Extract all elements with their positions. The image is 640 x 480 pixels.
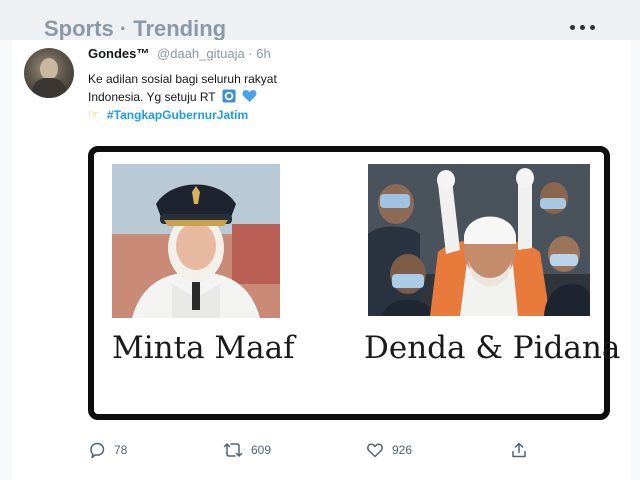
like-count: 926 <box>392 443 413 457</box>
avatar-face <box>40 58 58 80</box>
photo-official-portrait <box>112 164 280 318</box>
tweet-text-line-1: Ke adilan sosial bagi seluruh rakyat <box>88 72 277 86</box>
tweet-header: Gondes™ @daah_gituaja · 6h <box>88 46 271 62</box>
trending-header: Sports · Trending <box>0 0 640 41</box>
portrait-illustration <box>112 164 280 318</box>
pointing-hand-icon: ☞ <box>88 107 100 122</box>
blue-square-icon <box>222 89 236 103</box>
tweet-text-line-2: Indonesia. Yg setuju RT <box>88 90 216 104</box>
retweet-button[interactable]: 609 <box>223 438 271 462</box>
retweet-count: 609 <box>251 443 272 457</box>
hashtag-link[interactable]: #TangkapGubernurJatim <box>107 108 248 122</box>
heart-icon <box>367 443 383 458</box>
more-dot <box>570 24 575 30</box>
share-icon <box>512 442 526 458</box>
more-dot <box>590 24 595 30</box>
arrest-illustration <box>368 164 590 316</box>
tweet-text: Ke adilan sosial bagi seluruh rakyat Ind… <box>88 70 408 124</box>
share-button[interactable] <box>510 438 528 462</box>
reply-count: 78 <box>114 443 128 457</box>
tweet-media[interactable]: Minta Maaf Denda & Pidana <box>88 146 620 420</box>
retweet-icon <box>223 443 243 457</box>
user-handle[interactable]: @daah_gituaja · 6h <box>157 46 271 61</box>
tweet-actions: 78 609 926 <box>88 438 548 462</box>
trending-label: Sports · Trending <box>44 16 227 41</box>
avatar[interactable] <box>24 48 74 98</box>
tweet-screen: Sports · Trending Gondes™ @daah_gituaja … <box>0 0 640 480</box>
tweet-text-line-2-wrap: Indonesia. Yg setuju RT <box>88 88 408 106</box>
more-dot <box>580 24 585 30</box>
blue-heart-icon <box>242 90 257 102</box>
photo-arrest-scene <box>368 164 590 316</box>
reply-icon <box>90 442 105 459</box>
media-caption-left: Minta Maaf <box>112 330 295 366</box>
avatar-body <box>32 78 66 98</box>
hashtag-line: ☞ #TangkapGubernurJatim <box>88 106 408 124</box>
user-display-name[interactable]: Gondes™ <box>88 46 149 61</box>
media-caption-right: Denda & Pidana <box>364 330 621 366</box>
more-horizontal-icon[interactable] <box>570 22 598 32</box>
reply-button[interactable]: 78 <box>88 438 127 462</box>
like-button[interactable]: 926 <box>366 438 412 462</box>
tweet-card[interactable]: Gondes™ @daah_gituaja · 6h Ke adilan sos… <box>12 40 630 480</box>
